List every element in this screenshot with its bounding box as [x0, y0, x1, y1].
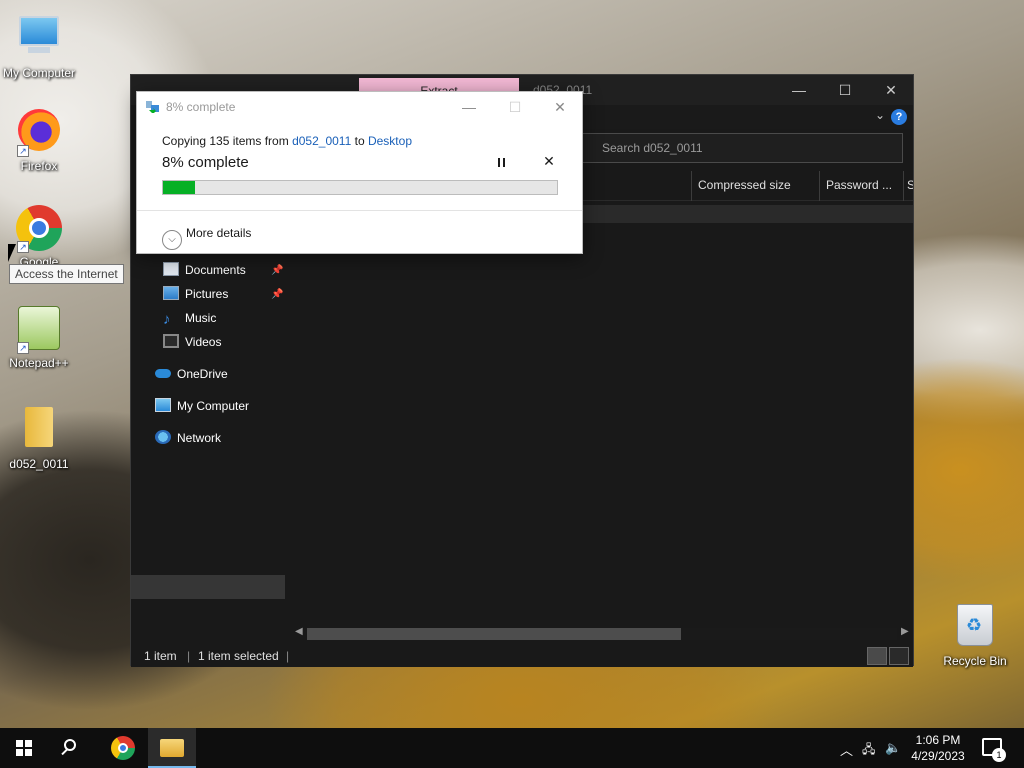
recycle-bin-icon: [951, 604, 999, 652]
folder-icon: [160, 739, 184, 757]
nav-item-network[interactable]: Network: [155, 427, 221, 449]
nav-item-videos[interactable]: Videos: [163, 331, 221, 353]
scrollbar-thumb[interactable]: [307, 628, 681, 640]
minimize-button[interactable]: —: [777, 79, 821, 103]
videos-icon: [163, 334, 179, 348]
system-clock[interactable]: 1:06 PM 4/29/2023: [900, 732, 976, 764]
large-icons-view-icon[interactable]: [889, 647, 909, 665]
chrome-icon: [111, 736, 135, 760]
dialog-maximize-button[interactable]: ☐: [495, 96, 535, 118]
folder-icon: [15, 407, 63, 455]
pin-icon[interactable]: 📌: [271, 265, 283, 276]
nav-item-documents[interactable]: Documents: [163, 259, 246, 281]
pause-button[interactable]: [495, 156, 509, 170]
dialog-minimize-button[interactable]: —: [449, 96, 489, 118]
dialog-title: 8% complete: [166, 100, 236, 114]
computer-icon: [15, 16, 63, 64]
maximize-button[interactable]: ☐: [823, 79, 867, 103]
destination-folder-link[interactable]: Desktop: [368, 134, 412, 148]
status-separator: |: [187, 649, 191, 663]
more-details-button[interactable]: ⌵ More details: [162, 222, 251, 250]
shortcut-arrow-icon: ↗: [17, 241, 29, 253]
search-input[interactable]: Search d052_0011: [571, 133, 903, 163]
progress-bar: [162, 180, 558, 195]
desktop-icon-label: Notepad++: [9, 356, 69, 370]
network-icon: [155, 430, 171, 444]
tooltip: Access the Internet: [9, 264, 124, 284]
status-item-count: 1 item: [144, 649, 177, 663]
music-icon: ♪: [163, 311, 171, 328]
search-icon: [64, 739, 76, 751]
close-button[interactable]: ✕: [869, 79, 913, 103]
desktop-icon-notepad-plus-plus[interactable]: ↗ Notepad++: [1, 304, 77, 370]
notification-count-badge: 1: [992, 748, 1006, 762]
column-size[interactable]: Si: [903, 171, 913, 201]
desktop-icon-firefox[interactable]: ↗ Firefox: [1, 106, 77, 173]
source-folder-link[interactable]: d052_0011: [292, 134, 351, 148]
help-icon[interactable]: ?: [891, 109, 907, 125]
nav-item-my-computer[interactable]: My Computer: [155, 395, 249, 417]
chevron-down-icon[interactable]: ⌄: [875, 108, 885, 122]
navigation-pane: Documents 📌 Pictures 📌 ♪ Music Videos One…: [131, 255, 287, 625]
desktop-icon-label: Firefox: [20, 159, 58, 173]
network-status-icon[interactable]: 🖧: [862, 740, 875, 761]
desktop-icon-label: My Computer: [2, 66, 76, 80]
cloud-icon: [155, 369, 171, 378]
taskbar-chrome[interactable]: [98, 728, 146, 768]
progress-bar-fill: [163, 181, 195, 194]
scroll-left-icon[interactable]: ◀: [295, 626, 303, 637]
pictures-icon: [163, 286, 179, 300]
status-bar: 1 item | 1 item selected |: [131, 645, 913, 667]
column-password[interactable]: Password ...: [819, 171, 903, 201]
percent-complete-text: 8% complete: [162, 154, 249, 171]
copy-icon: [146, 101, 159, 113]
nav-item-onedrive[interactable]: OneDrive: [155, 363, 228, 385]
desktop-icon-label: d052_0011: [9, 457, 69, 471]
shortcut-arrow-icon: ↗: [17, 342, 29, 354]
cancel-copy-button[interactable]: ✕: [542, 153, 556, 169]
column-compressed-size[interactable]: Compressed size: [691, 171, 819, 201]
dialog-titlebar: 8% complete — ☐ ✕: [137, 92, 582, 122]
desktop-icon-my-computer[interactable]: My Computer: [1, 8, 77, 80]
taskbar-file-explorer[interactable]: [148, 728, 196, 768]
copy-progress-dialog: 8% complete — ☐ ✕ Copying 135 items from…: [136, 91, 583, 254]
desktop-icon-label: Recycle Bin: [943, 654, 1007, 668]
dialog-close-button[interactable]: ✕: [540, 96, 580, 118]
nav-item-music[interactable]: ♪ Music: [163, 307, 216, 329]
firefox-icon: ↗: [15, 109, 63, 157]
details-view-icon[interactable]: [867, 647, 887, 665]
desktop-icon-folder-d052-0011[interactable]: d052_0011: [1, 403, 77, 471]
taskbar-search-button[interactable]: [48, 728, 96, 768]
nav-selection-highlight: [131, 575, 285, 599]
computer-icon: [155, 398, 171, 412]
notepad-plus-plus-icon: ↗: [15, 306, 63, 354]
windows-logo-icon: [16, 740, 32, 756]
dialog-divider: [137, 210, 582, 211]
volume-icon[interactable]: 🔈: [885, 740, 901, 756]
mouse-cursor: [8, 244, 16, 262]
taskbar: ︿ 🖧 🔈 1:06 PM 4/29/2023 1: [0, 728, 1024, 768]
scroll-right-icon[interactable]: ▶: [901, 626, 909, 637]
desktop-icon-recycle-bin[interactable]: Recycle Bin: [937, 601, 1013, 668]
status-separator: |: [286, 649, 290, 663]
show-hidden-icons-chevron-icon[interactable]: ︿: [840, 740, 853, 759]
clock-time: 1:06 PM: [915, 733, 961, 747]
shortcut-arrow-icon: ↗: [17, 145, 29, 157]
nav-item-pictures[interactable]: Pictures: [163, 283, 228, 305]
chrome-icon: ↗: [15, 205, 63, 253]
start-button[interactable]: [0, 728, 48, 768]
documents-icon: [163, 262, 179, 276]
clock-date: 4/29/2023: [911, 749, 965, 763]
status-selected-count: 1 item selected: [198, 649, 279, 663]
chevron-down-icon: ⌵: [162, 230, 182, 250]
horizontal-scrollbar[interactable]: ◀ ▶: [291, 625, 913, 643]
pin-icon[interactable]: 📌: [271, 289, 283, 300]
copy-status-text: Copying 135 items from d052_0011 to Desk…: [162, 134, 412, 148]
